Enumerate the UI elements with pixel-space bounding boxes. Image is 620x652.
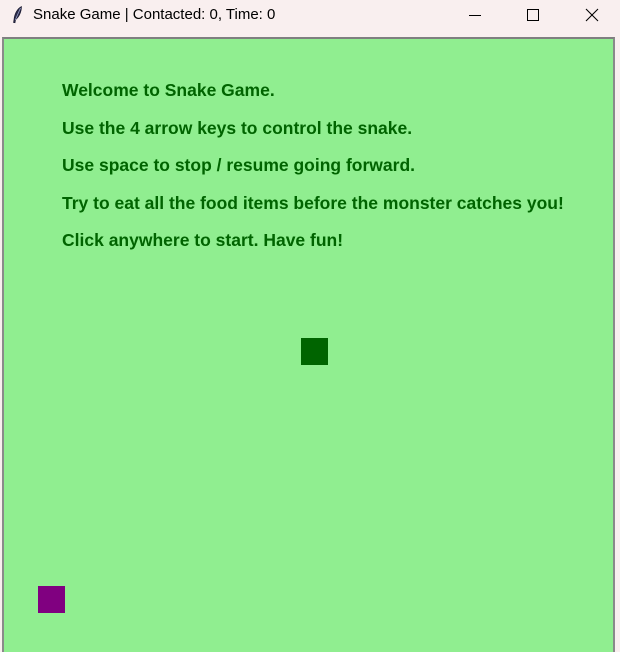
instruction-goal: Try to eat all the food items before the… (62, 192, 564, 213)
maximize-icon (527, 9, 539, 21)
title-bar[interactable]: Snake Game | Contacted: 0, Time: 0 (0, 0, 620, 32)
instruction-welcome: Welcome to Snake Game. (62, 80, 275, 100)
maximize-button[interactable] (504, 0, 562, 32)
game-window: Snake Game | Contacted: 0, Time: 0 Welco… (0, 0, 620, 652)
instruction-start: Click anywhere to start. Have fun! (62, 230, 344, 250)
game-canvas[interactable]: Welcome to Snake Game. Use the 4 arrow k… (2, 37, 615, 652)
window-title: Snake Game | Contacted: 0, Time: 0 (33, 6, 276, 23)
instruction-space: Use space to stop / resume going forward… (62, 155, 415, 175)
instruction-arrow-keys: Use the 4 arrow keys to control the snak… (62, 117, 413, 138)
minimize-button[interactable] (446, 0, 504, 32)
close-icon (585, 8, 599, 22)
instructions-list: Welcome to Snake Game. Use the 4 arrow k… (62, 79, 564, 267)
food-item (301, 338, 328, 365)
close-button[interactable] (562, 0, 620, 32)
minimize-icon (469, 15, 481, 16)
feather-icon (9, 5, 25, 25)
monster (38, 586, 65, 613)
